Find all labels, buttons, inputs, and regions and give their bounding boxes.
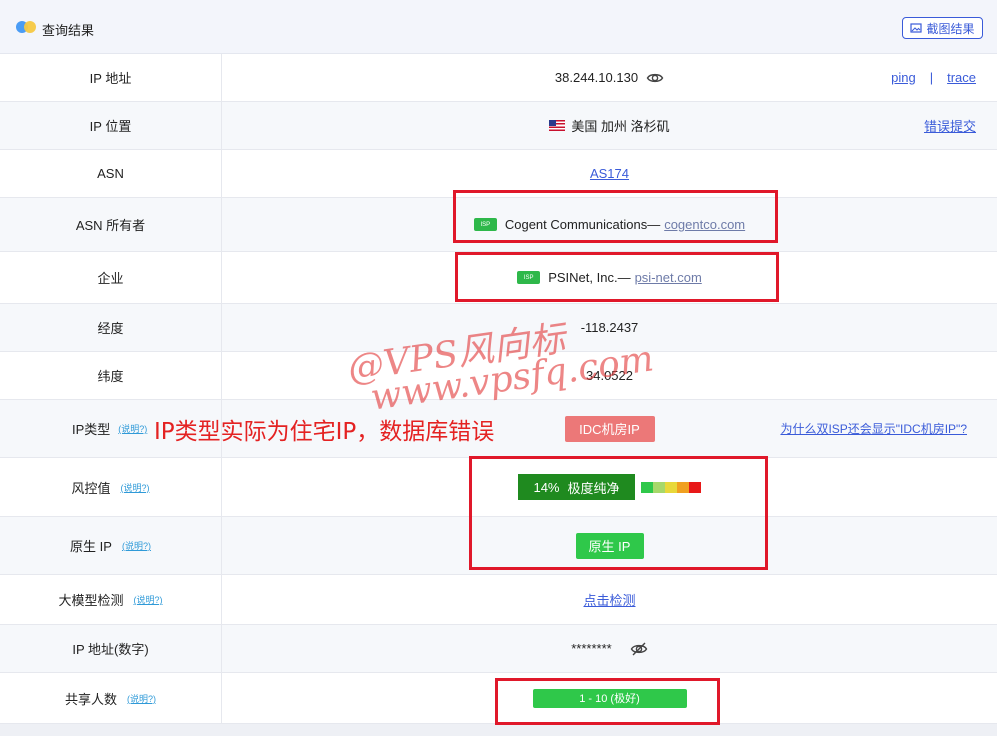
ping-link[interactable]: ping: [891, 70, 916, 85]
label-risk-text: 风控值: [71, 480, 111, 496]
label-company: 企业: [0, 252, 222, 303]
row-asn: ASN AS174: [0, 150, 997, 198]
label-ip-type-text: IP类型: [72, 422, 111, 437]
row-ip-location: IP 位置 美国 加州 洛杉矶 错误提交: [0, 102, 997, 150]
label-longitude: 经度: [0, 304, 222, 351]
row-ip-type: IP类型 (说明?) IDC机房IP 为什么双ISP还会显示"IDC机房IP"?: [0, 400, 997, 458]
risk-bar-segment: [677, 481, 689, 493]
label-native-text: 原生 IP: [70, 539, 112, 554]
value-ip-numeric: ********: [222, 625, 997, 672]
label-asn: ASN: [0, 150, 222, 197]
screenshot-button-label: 截图结果: [926, 21, 975, 36]
value-company: ISP PSINet, Inc.— psi-net.com: [222, 252, 997, 303]
value-asn-owner: ISP Cogent Communications— cogentco.com: [222, 198, 997, 251]
row-ip-address: IP 地址 38.244.10.130 ping | trace: [0, 54, 997, 102]
link-separator: |: [929, 70, 934, 85]
value-risk: 14% 极度纯净: [222, 458, 997, 516]
row-llm: 大模型检测 (说明?) 点击检测: [0, 575, 997, 625]
company-domain-link[interactable]: psi-net.com: [635, 270, 702, 285]
value-native: 原生 IP: [222, 517, 997, 574]
ip-type-explain-link[interactable]: (说明?): [118, 422, 147, 435]
label-ip-numeric: IP 地址(数字): [0, 625, 222, 672]
image-icon: [910, 23, 923, 33]
result-header: 查询结果 截图结果: [0, 0, 997, 54]
llm-explain-link[interactable]: (说明?): [134, 593, 163, 606]
row-risk: 风控值 (说明?) 14% 极度纯净: [0, 458, 997, 517]
click-detect-link[interactable]: 点击检测: [583, 590, 635, 609]
label-ip-location: IP 位置: [0, 102, 222, 149]
label-latitude: 纬度: [0, 352, 222, 399]
isp-tag: ISP: [517, 271, 541, 284]
risk-score-box: 14% 极度纯净: [518, 474, 635, 500]
screenshot-button[interactable]: 截图结果: [902, 17, 983, 39]
shared-users-bar: 1 - 10 (极好): [532, 688, 687, 708]
value-ip-address: 38.244.10.130: [222, 54, 997, 101]
ip-tools: ping | trace: [891, 54, 976, 101]
location-tools: 错误提交: [924, 102, 976, 149]
company-name: PSINet, Inc.—: [548, 270, 631, 285]
ip-numeric-masked: ********: [571, 641, 612, 656]
header-title: 查询结果: [42, 23, 95, 38]
why-idc-container: 为什么双ISP还会显示"IDC机房IP"?: [780, 400, 967, 457]
logo-icon: [16, 21, 38, 33]
row-native: 原生 IP (说明?) 原生 IP: [0, 517, 997, 575]
row-company: 企业 ISP PSINet, Inc.— psi-net.com: [0, 252, 997, 304]
report-error-link[interactable]: 错误提交: [924, 116, 976, 135]
annotation-text: IP类型实际为住宅IP，数据库错误: [154, 419, 495, 445]
location-text: 美国 加州 洛杉矶: [571, 119, 670, 134]
idc-badge: IDC机房IP: [564, 415, 655, 442]
shared-explain-link[interactable]: (说明?): [127, 692, 156, 705]
footer-strip: [0, 724, 997, 736]
risk-percent: 14%: [533, 479, 560, 495]
why-idc-link[interactable]: 为什么双ISP还会显示"IDC机房IP"?: [780, 420, 967, 437]
label-shared-text: 共享人数: [64, 691, 117, 707]
row-shared: 共享人数 (说明?) 1 - 10 (极好): [0, 673, 997, 724]
native-ip-badge: 原生 IP: [575, 532, 644, 559]
label-llm-text: 大模型检测: [58, 593, 124, 608]
risk-text: 极度纯净: [567, 480, 620, 496]
us-flag-icon: [549, 120, 566, 131]
risk-color-bar: [641, 481, 701, 493]
risk-explain-link[interactable]: (说明?): [121, 481, 150, 494]
native-explain-link[interactable]: (说明?): [122, 539, 151, 552]
asn-owner-name: Cogent Communications—: [504, 217, 661, 232]
label-ip-address: IP 地址: [0, 54, 222, 101]
value-ip-location: 美国 加州 洛杉矶: [222, 102, 997, 149]
asn-link[interactable]: AS174: [590, 166, 629, 181]
label-risk: 风控值 (说明?): [0, 458, 222, 516]
row-asn-owner: ASN 所有者 ISP Cogent Communications— cogen…: [0, 198, 997, 252]
trace-link[interactable]: trace: [947, 70, 976, 85]
row-ip-numeric: IP 地址(数字) ********: [0, 625, 997, 673]
label-llm: 大模型检测 (说明?): [0, 575, 222, 624]
risk-bar-segment: [641, 481, 653, 493]
label-native: 原生 IP (说明?): [0, 517, 222, 574]
value-llm: 点击检测: [222, 575, 997, 624]
value-shared: 1 - 10 (极好): [222, 673, 997, 723]
eye-icon[interactable]: [646, 69, 664, 87]
risk-bar-segment: [689, 481, 701, 493]
eye-off-icon[interactable]: [630, 640, 648, 658]
ip-address-text: 38.244.10.130: [554, 70, 639, 85]
value-asn: AS174: [222, 150, 997, 197]
risk-bar-segment: [665, 481, 677, 493]
label-shared: 共享人数 (说明?): [0, 673, 222, 723]
risk-bar-segment: [653, 481, 665, 493]
label-asn-owner: ASN 所有者: [0, 198, 222, 251]
asn-owner-domain-link[interactable]: cogentco.com: [664, 217, 745, 232]
isp-tag: ISP: [473, 218, 497, 231]
